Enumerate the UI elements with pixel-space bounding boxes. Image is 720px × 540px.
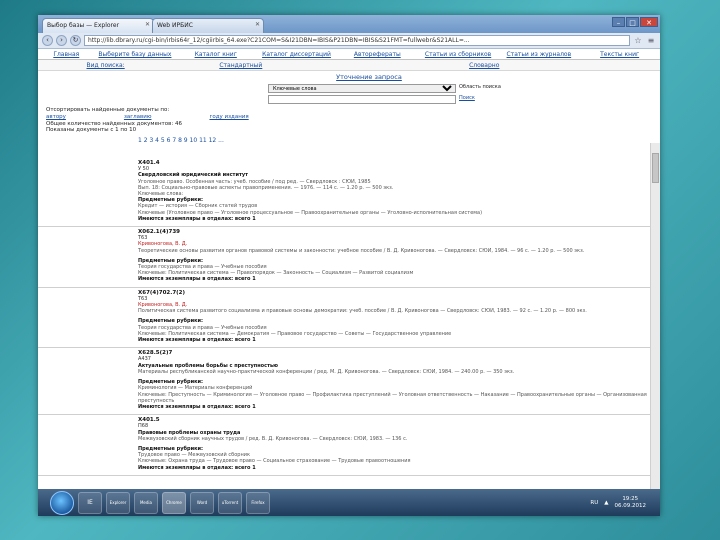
taskbar-app-ie[interactable]: IE (78, 491, 102, 514)
result-entry: X67(4)702.7(2) Т63 Кривоногова, В. Д. По… (38, 288, 650, 349)
refine-search-input[interactable] (268, 95, 456, 104)
result-holdings[interactable]: Имеются экземпляры в отделах: всего 1 (138, 216, 650, 222)
taskbar-app-media[interactable]: Media (134, 491, 158, 514)
start-button[interactable] (50, 490, 74, 515)
result-line: Ключевые: Преступность — Криминология — … (138, 391, 647, 404)
results-info: Отсортировать найденные документы по: ав… (38, 107, 660, 133)
folder-icon: Explorer (109, 500, 127, 505)
sort-options: автору заглавию году издания (46, 114, 652, 120)
result-holdings[interactable]: Имеются экземпляры в отделах: всего 1 (138, 404, 650, 410)
refine-search-button[interactable]: Поиск (459, 95, 475, 101)
taskbar-app-firefox[interactable]: Firefox (246, 491, 270, 514)
media-icon: Media (139, 500, 152, 505)
nav-home-link[interactable]: Главная (38, 49, 95, 59)
system-tray: RU ▲ 19:25 06.09.2012 (590, 496, 660, 510)
search-mode-nav: Вид поиска: Стандартный Словарно (38, 60, 660, 71)
result-line: Теоретические основы развития органов пр… (138, 247, 585, 254)
close-tab-icon[interactable]: ✕ (145, 21, 150, 28)
url-field[interactable]: http://lib.dbrary.ru/cgi-bin/irbis64r_12… (84, 35, 630, 46)
menu-icon[interactable]: ≡ (646, 36, 656, 45)
search-area-select[interactable]: Ключевые слова (268, 84, 456, 93)
back-icon[interactable]: ‹ (42, 35, 53, 46)
result-entry: X062.1(4)739 Т63 Кривоногова, В. Д. Теор… (38, 227, 650, 288)
browser-tab-1[interactable]: Выбор базы — Explorer ✕ (42, 18, 154, 33)
browser-tab-2[interactable]: Web ИРБИС ✕ (152, 18, 264, 33)
sort-title-link[interactable]: заглавию (124, 114, 152, 120)
refine-query-title: Уточнение запроса (336, 73, 402, 81)
nav-journals-link[interactable]: Статьи из журналов (498, 49, 579, 59)
network-icon[interactable]: ▲ (604, 500, 608, 506)
results-range: Показаны документы с 1 по 10 (46, 127, 137, 133)
result-entry: X401.4 У 50 Свердловский юридический инс… (38, 158, 650, 228)
pagination[interactable]: 1 2 3 4 5 6 7 8 9 10 11 12 ... (38, 137, 660, 144)
window-controls: – □ ✕ (612, 17, 658, 27)
close-tab-icon[interactable]: ✕ (255, 21, 260, 28)
results-list: X401.4 У 50 Свердловский юридический инс… (38, 158, 650, 516)
nav-dissertations-link[interactable]: Каталог диссертаций (256, 49, 337, 59)
browser-tab-2-label: Web ИРБИС (157, 22, 193, 29)
address-bar: ‹ › ↻ http://lib.dbrary.ru/cgi-bin/irbis… (38, 33, 660, 49)
nav-collections-link[interactable]: Статьи из сборников (418, 49, 499, 59)
vertical-scrollbar[interactable] (650, 143, 660, 516)
search-area-label: Область поиска (459, 84, 501, 90)
forward-icon[interactable]: › (56, 35, 67, 46)
search-mode-dictionary-link[interactable]: Словарно (417, 60, 552, 70)
result-entry: X401.5 П68 Правовые проблемы охраны труд… (38, 415, 650, 476)
tab-strip: Выбор базы — Explorer ✕ Web ИРБИС ✕ – □ … (38, 15, 660, 33)
result-line: Политическая система развитого социализм… (138, 308, 587, 315)
star-icon[interactable]: ☆ (633, 36, 643, 45)
result-holdings[interactable]: Имеются экземпляры в отделах: всего 1 (138, 276, 650, 282)
result-holdings[interactable]: Имеются экземпляры в отделах: всего 1 (138, 465, 650, 471)
taskbar-app-explorer[interactable]: Explorer (106, 491, 130, 514)
sort-by-label: Отсортировать найденные документы по: (46, 107, 170, 113)
result-entry: X628.5(2)7 А437 Актуальные проблемы борь… (38, 348, 650, 416)
search-mode-standard-link[interactable]: Стандартный (173, 60, 308, 70)
minimize-button[interactable]: – (612, 17, 625, 27)
refine-query-form: Ключевые слова Область поиска Поиск (38, 81, 660, 107)
nav-books-link[interactable]: Каталог книг (175, 49, 256, 59)
clock[interactable]: 19:25 06.09.2012 (615, 496, 647, 510)
taskbar-app-utorrent[interactable]: uTorrent (218, 491, 242, 514)
reload-icon[interactable]: ↻ (70, 35, 81, 46)
nav-abstracts-link[interactable]: Авторефераты (337, 49, 418, 59)
clock-time: 19:25 (622, 495, 639, 502)
taskbar-app-word[interactable]: Word (190, 491, 214, 514)
sort-year-link[interactable]: году издания (209, 114, 248, 120)
utorrent-icon: uTorrent (221, 500, 239, 505)
clock-date: 06.09.2012 (614, 502, 647, 509)
nav-texts-link[interactable]: Тексты книг (579, 49, 660, 59)
chrome-icon: Chrome (166, 500, 182, 505)
taskbar-app-chrome[interactable]: Chrome (162, 491, 186, 514)
scrollbar-thumb[interactable] (652, 153, 659, 183)
nav-choose-db-link[interactable]: Выберите базу данных (95, 49, 176, 59)
sort-author-link[interactable]: автору (46, 114, 66, 120)
taskbar: IE Explorer Media Chrome Word uTorrent F… (38, 489, 660, 516)
language-indicator[interactable]: RU (590, 500, 598, 506)
result-holdings[interactable]: Имеются экземпляры в отделах: всего 1 (138, 337, 650, 343)
ie-icon: IE (87, 499, 93, 506)
browser-tab-1-label: Выбор базы — Explorer (47, 22, 120, 29)
firefox-icon: Firefox (251, 500, 265, 505)
browser-window: Выбор базы — Explorer ✕ Web ИРБИС ✕ – □ … (38, 15, 660, 516)
site-nav: Главная Выберите базу данных Каталог кни… (38, 49, 660, 60)
search-mode-label: Вид поиска: (86, 62, 125, 69)
maximize-button[interactable]: □ (626, 17, 639, 27)
word-icon: Word (196, 500, 208, 505)
close-window-button[interactable]: ✕ (640, 17, 658, 27)
